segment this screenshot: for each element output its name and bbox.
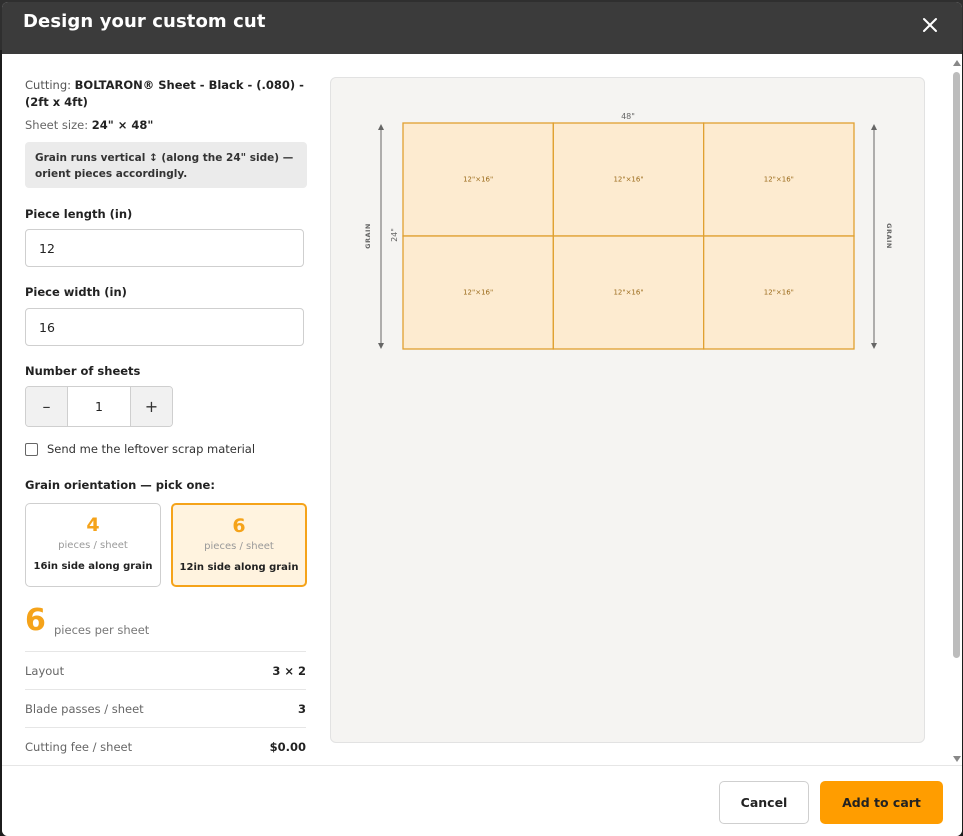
stat-value: $0.00 <box>269 739 306 754</box>
option-unit: pieces / sheet <box>204 541 274 552</box>
piece-length-input[interactable] <box>25 229 304 267</box>
stat-row-cutting-fee: Cutting fee / sheet $0.00 <box>25 727 306 765</box>
option-piece-count: 4 <box>86 514 100 536</box>
cut-piece-label: 12"×16" <box>613 176 643 184</box>
cut-piece-label: 12"×16" <box>764 289 794 297</box>
orientation-option-16in[interactable]: 4 pieces / sheet 16in side along grain <box>25 503 161 587</box>
piece-width-input[interactable] <box>25 308 304 346</box>
stat-label: Layout <box>25 663 65 678</box>
stat-value: 3 × 2 <box>272 663 306 678</box>
option-unit: pieces / sheet <box>58 540 128 551</box>
pieces-per-sheet-label: pieces per sheet <box>54 623 150 637</box>
grain-orientation-title: Grain orientation — pick one: <box>25 478 215 492</box>
num-sheets-value[interactable]: 1 <box>67 387 131 426</box>
cut-layout-diagram: 12"×16" 12"×16" 12"×16" 12"×16" 12"×16" 12"×1… <box>364 112 893 350</box>
grain-arrow-left <box>378 124 384 349</box>
scrap-label[interactable]: Send me the leftover scrap material <box>47 442 255 456</box>
modal-title: Design your custom cut <box>23 11 266 32</box>
sheet-size-label: Sheet size: <box>25 118 89 132</box>
option-piece-count: 6 <box>232 515 246 537</box>
scrap-option: Send me the leftover scrap material <box>25 442 255 456</box>
cut-piece-label: 12"×16" <box>463 289 493 297</box>
num-sheets-label: Number of sheets <box>25 364 141 378</box>
option-description: 12in side along grain <box>179 562 299 573</box>
num-sheets-stepper: – 1 + <box>25 386 173 427</box>
close-button[interactable] <box>920 15 940 35</box>
stat-value: 3 <box>297 701 306 716</box>
increment-button[interactable]: + <box>131 387 172 426</box>
cut-piece-label: 12"×16" <box>613 289 643 297</box>
sheet-height-label: 24" <box>390 228 399 242</box>
grain-label-left: GRAIN <box>364 223 372 249</box>
piece-length-label: Piece length (in) <box>25 207 133 221</box>
grain-arrow-right <box>871 124 877 349</box>
pieces-per-sheet-count: 6 <box>25 603 46 638</box>
modal-footer: Cancel Add to cart <box>2 765 962 836</box>
cut-piece-label: 12"×16" <box>463 176 493 184</box>
stat-label: Cutting fee / sheet <box>25 739 133 754</box>
orientation-option-12in[interactable]: 6 pieces / sheet 12in side along grain <box>171 503 307 587</box>
stat-row-blade-passes: Blade passes / sheet 3 <box>25 689 306 727</box>
modal-scrollbar[interactable] <box>951 56 962 766</box>
sheet-size-value: 24" × 48" <box>91 118 154 132</box>
cutting-product-line: Cutting: BOLTARON® Sheet - Black - (.080… <box>25 77 306 111</box>
modal-header: Design your custom cut <box>2 2 962 54</box>
sheet-size: Sheet size: 24" × 48" <box>25 118 153 132</box>
add-to-cart-button[interactable]: Add to cart <box>820 781 943 824</box>
cutting-label: Cutting: <box>25 78 71 92</box>
decrement-button[interactable]: – <box>26 387 67 426</box>
sheet-width-label: 48" <box>621 112 635 121</box>
piece-width-label: Piece width (in) <box>25 285 127 299</box>
stat-row-layout: Layout 3 × 2 <box>25 651 306 689</box>
grain-label-right: GRAIN <box>885 223 893 249</box>
cut-piece-label: 12"×16" <box>764 176 794 184</box>
cancel-button[interactable]: Cancel <box>719 781 809 824</box>
scroll-thumb[interactable] <box>953 72 960 658</box>
cut-layout-preview: 12"×16" 12"×16" 12"×16" 12"×16" 12"×16" 12"×1… <box>330 77 925 743</box>
custom-cut-modal: Design your custom cut Cutting: BOLTARON… <box>2 2 962 836</box>
grain-note: Grain runs vertical ↕ (along the 24" sid… <box>25 142 307 188</box>
scroll-down-arrow-icon[interactable] <box>953 756 961 762</box>
scroll-up-arrow-icon[interactable] <box>953 60 961 66</box>
option-description: 16in side along grain <box>33 561 153 572</box>
stat-label: Blade passes / sheet <box>25 701 144 716</box>
close-icon <box>923 18 937 32</box>
piece-grid: 12"×16" 12"×16" 12"×16" 12"×16" 12"×16" 12"×1… <box>402 122 855 350</box>
scrap-checkbox[interactable] <box>25 442 38 456</box>
